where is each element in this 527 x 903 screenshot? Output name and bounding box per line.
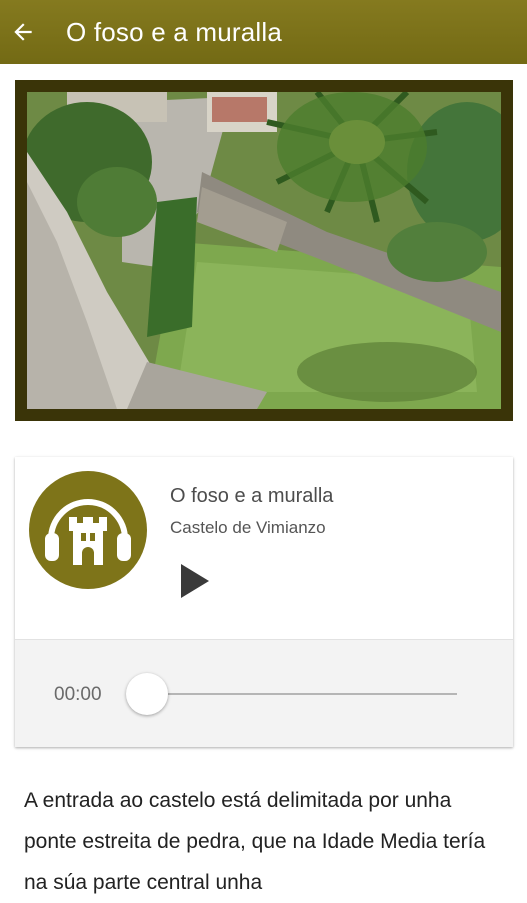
player-info: O foso e a muralla Castelo de Vimianzo (15, 457, 513, 639)
arrow-back-icon (14, 23, 32, 41)
seek-bar[interactable] (143, 693, 457, 695)
play-button[interactable] (178, 561, 212, 601)
page-title: O foso e a muralla (66, 16, 283, 47)
castle-photo[interactable] (27, 92, 501, 409)
current-time: 00:00 (54, 684, 102, 705)
castle-headphones-icon (29, 471, 147, 589)
audio-player-card: O foso e a muralla Castelo de Vimianzo 0… (15, 457, 513, 747)
track-subtitle: Castelo de Vimianzo (170, 518, 326, 537)
player-controls: 00:00 (15, 639, 513, 747)
description-text: A entrada ao castelo está delimitada por… (24, 789, 486, 894)
app-bar: O foso e a muralla (0, 0, 527, 64)
seek-thumb[interactable] (126, 673, 168, 715)
track-title: O foso e a muralla (170, 485, 334, 507)
photo-frame[interactable] (15, 80, 513, 472)
back-button[interactable] (0, 0, 46, 64)
